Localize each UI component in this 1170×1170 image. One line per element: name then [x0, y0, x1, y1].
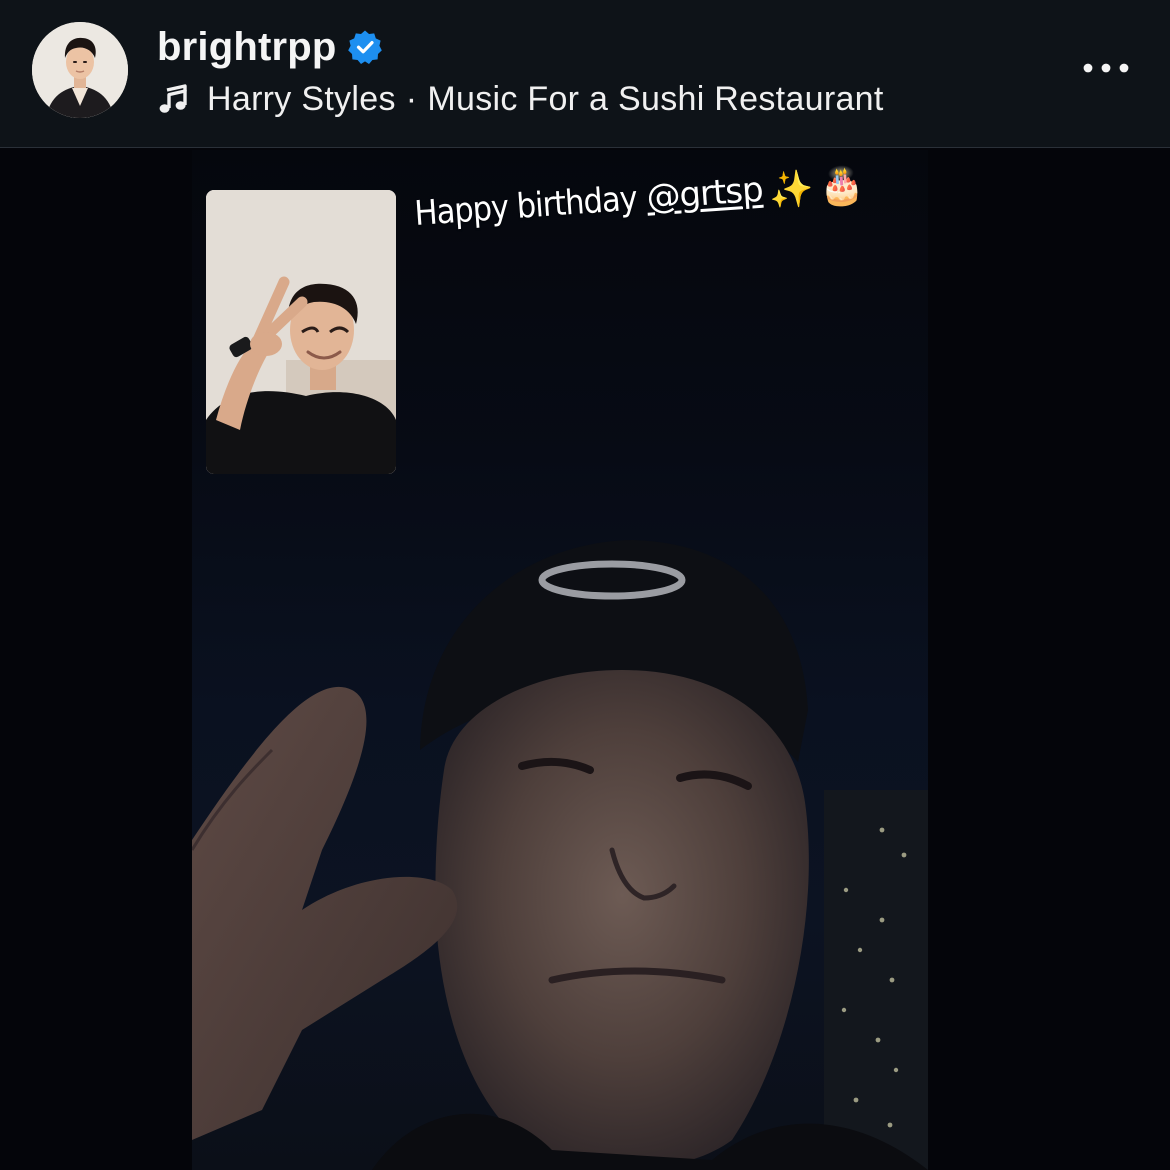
story-media[interactable]: Happy birthday @grtsp ✨ 🎂: [192, 150, 928, 1170]
post-header: brightrpp Harry Styles · Music For a Sus…: [0, 0, 1170, 148]
post-view: brightrpp Harry Styles · Music For a Sus…: [0, 0, 1170, 1170]
avatar-image: [32, 22, 128, 118]
sparkles-icon: ✨: [767, 167, 815, 212]
music-note-icon: [157, 83, 189, 115]
more-options-button[interactable]: [1074, 50, 1138, 86]
avatar[interactable]: [32, 22, 128, 118]
music-song-title: Music For a Sushi Restaurant: [427, 79, 884, 118]
verified-badge-icon: [347, 29, 383, 65]
music-separator: ·: [405, 79, 418, 118]
video-call-thumbnail[interactable]: [206, 190, 396, 474]
username-row: brightrpp: [157, 24, 383, 70]
music-row[interactable]: Harry Styles · Music For a Sushi Restaur…: [157, 78, 884, 120]
username[interactable]: brightrpp: [157, 25, 337, 70]
video-call-image: [206, 190, 396, 474]
mention-link[interactable]: @grtsp: [645, 170, 764, 218]
birthday-cake-icon: 🎂: [817, 163, 866, 208]
music-artist: Harry Styles: [207, 79, 396, 118]
more-options-icon: [1082, 62, 1130, 74]
